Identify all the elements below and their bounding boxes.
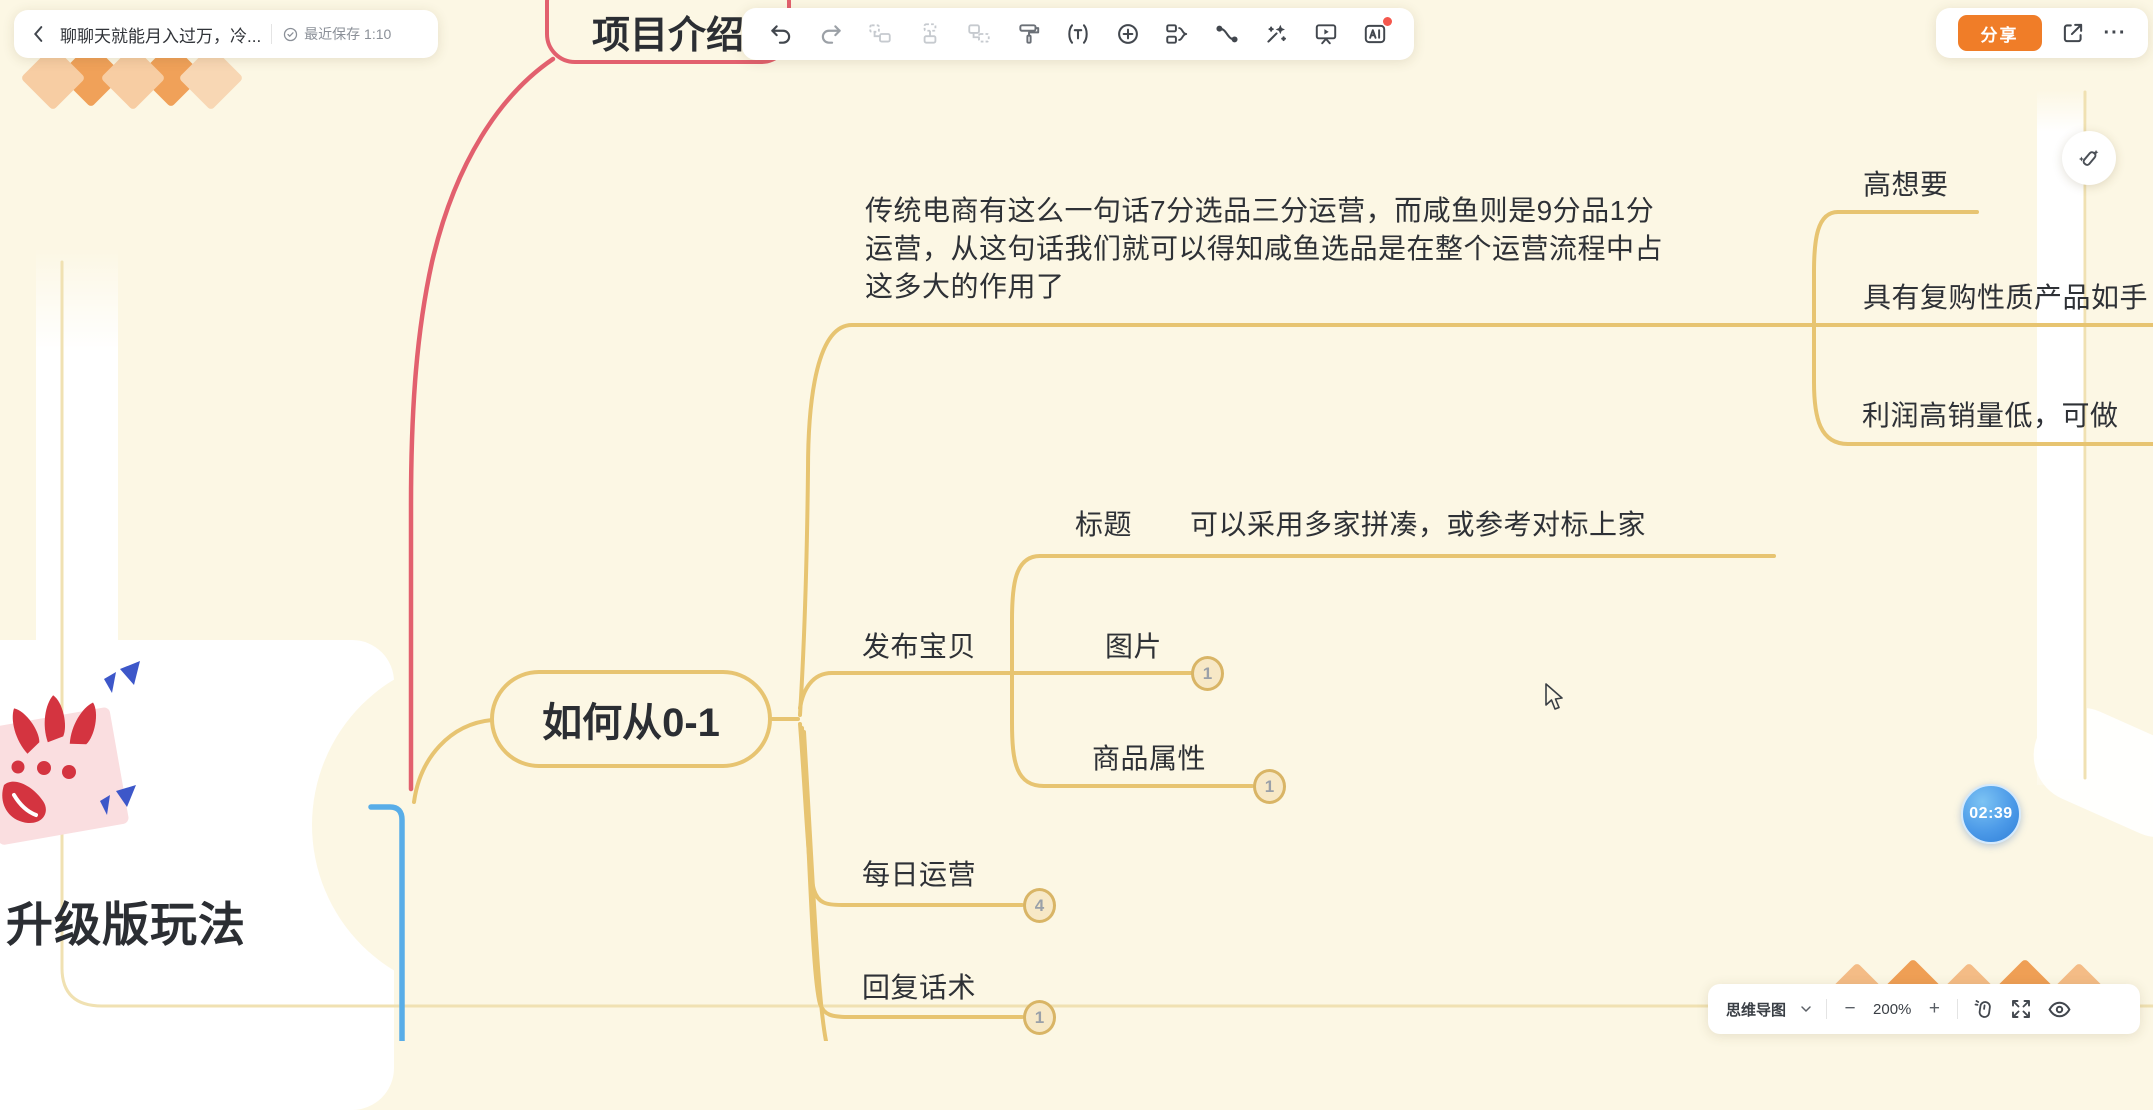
right-white-pillar-decoration <box>2037 90 2087 785</box>
mouse-mode-icon[interactable] <box>1970 996 1996 1022</box>
fit-screen-icon[interactable] <box>2008 996 2034 1022</box>
mindmap-app: { "header": { "back_icon": "chevron-left… <box>0 0 2153 1041</box>
text-icon[interactable] <box>1063 19 1093 49</box>
more-options-button[interactable]: ··· <box>2104 22 2127 45</box>
insert-parent-icon[interactable] <box>915 19 945 49</box>
node-how-from-0-1[interactable]: 如何从0-1 <box>490 670 772 768</box>
marker-pen-icon <box>2076 145 2102 171</box>
mouse-cursor <box>1544 683 1568 713</box>
node-high[interactable]: 高想要 <box>1863 163 1949 203</box>
node-note-text[interactable]: 传统电商有这么一句话7分选品三分运营，而咸鱼则是9分品1分 运营，从这句话我们就… <box>865 192 1785 306</box>
share-card: 分享 ··· <box>1936 8 2148 58</box>
divider <box>1826 999 1827 1019</box>
relation-icon[interactable] <box>1212 19 1242 49</box>
divider <box>1957 999 1958 1019</box>
undo-icon[interactable] <box>766 19 796 49</box>
document-title[interactable]: 聊聊天就能月入过万，冷... <box>60 22 261 47</box>
node-publish[interactable]: 发布宝贝 <box>862 625 976 665</box>
branch-yellow-group <box>414 212 2153 1041</box>
summary-icon[interactable] <box>1162 19 1192 49</box>
style-brush-floating-button[interactable] <box>2062 131 2116 185</box>
document-header-card: 聊聊天就能月入过万，冷... 最近保存 1:10 <box>14 10 438 58</box>
notification-dot <box>1383 17 1392 26</box>
add-node-icon[interactable] <box>1113 19 1143 49</box>
redo-icon[interactable] <box>816 19 846 49</box>
view-mode-select[interactable]: 思维导图 <box>1726 999 1786 1020</box>
timer-value: 02:39 <box>1969 805 2012 823</box>
node-central-topic[interactable]: 升级版玩法 <box>6 886 246 955</box>
node-reply-script[interactable]: 回复话术 <box>862 966 976 1006</box>
format-painter-icon[interactable] <box>1014 19 1044 49</box>
badge-attr-count[interactable]: 1 <box>1253 769 1286 804</box>
divider <box>271 24 272 44</box>
beautify-wand-icon[interactable] <box>1261 19 1291 49</box>
node-how-from-0-1-label: 如何从0-1 <box>542 690 720 748</box>
check-circle-icon <box>282 26 299 43</box>
node-profit[interactable]: 利润高销量低，可做 <box>1862 394 2119 434</box>
zoom-level-value: 200% <box>1873 1001 1911 1018</box>
chevron-down-icon[interactable] <box>1798 1001 1814 1017</box>
node-project-intro-label: 项目介绍 <box>592 4 744 59</box>
badge-reply-count[interactable]: 1 <box>1023 1000 1056 1035</box>
ai-icon[interactable] <box>1360 19 1390 49</box>
node-title-tip[interactable]: 可以采用多家拼凑，或参考对标上家 <box>1190 503 1646 543</box>
firework-illustration <box>0 655 200 855</box>
insert-child-icon[interactable] <box>964 19 994 49</box>
timer-bubble[interactable]: 02:39 <box>1961 784 2021 844</box>
present-icon[interactable] <box>1311 19 1341 49</box>
badge-image-count[interactable]: 1 <box>1191 656 1224 691</box>
zoom-out-button[interactable]: − <box>1839 998 1861 1020</box>
save-status: 最近保存 1:10 <box>282 24 391 44</box>
node-daily-ops[interactable]: 每日运营 <box>862 853 976 893</box>
badge-daily-count[interactable]: 4 <box>1023 888 1056 923</box>
external-link-icon[interactable] <box>2060 20 2086 46</box>
insert-sibling-icon[interactable] <box>865 19 895 49</box>
toolbar <box>742 8 1414 60</box>
node-product-attr[interactable]: 商品属性 <box>1092 737 1206 777</box>
node-title[interactable]: 标题 <box>1075 503 1132 543</box>
share-button[interactable]: 分享 <box>1958 15 2042 51</box>
share-button-label: 分享 <box>1981 21 2019 46</box>
node-image[interactable]: 图片 <box>1105 625 1162 665</box>
zoom-in-button[interactable]: + <box>1923 998 1945 1020</box>
save-status-text: 最近保存 1:10 <box>304 24 391 44</box>
back-icon[interactable] <box>28 23 50 45</box>
node-repurchase[interactable]: 具有复购性质产品如手 <box>1863 276 2148 316</box>
view-control-bar: 思维导图 − 200% + <box>1708 984 2140 1034</box>
eye-icon[interactable] <box>2046 996 2072 1022</box>
